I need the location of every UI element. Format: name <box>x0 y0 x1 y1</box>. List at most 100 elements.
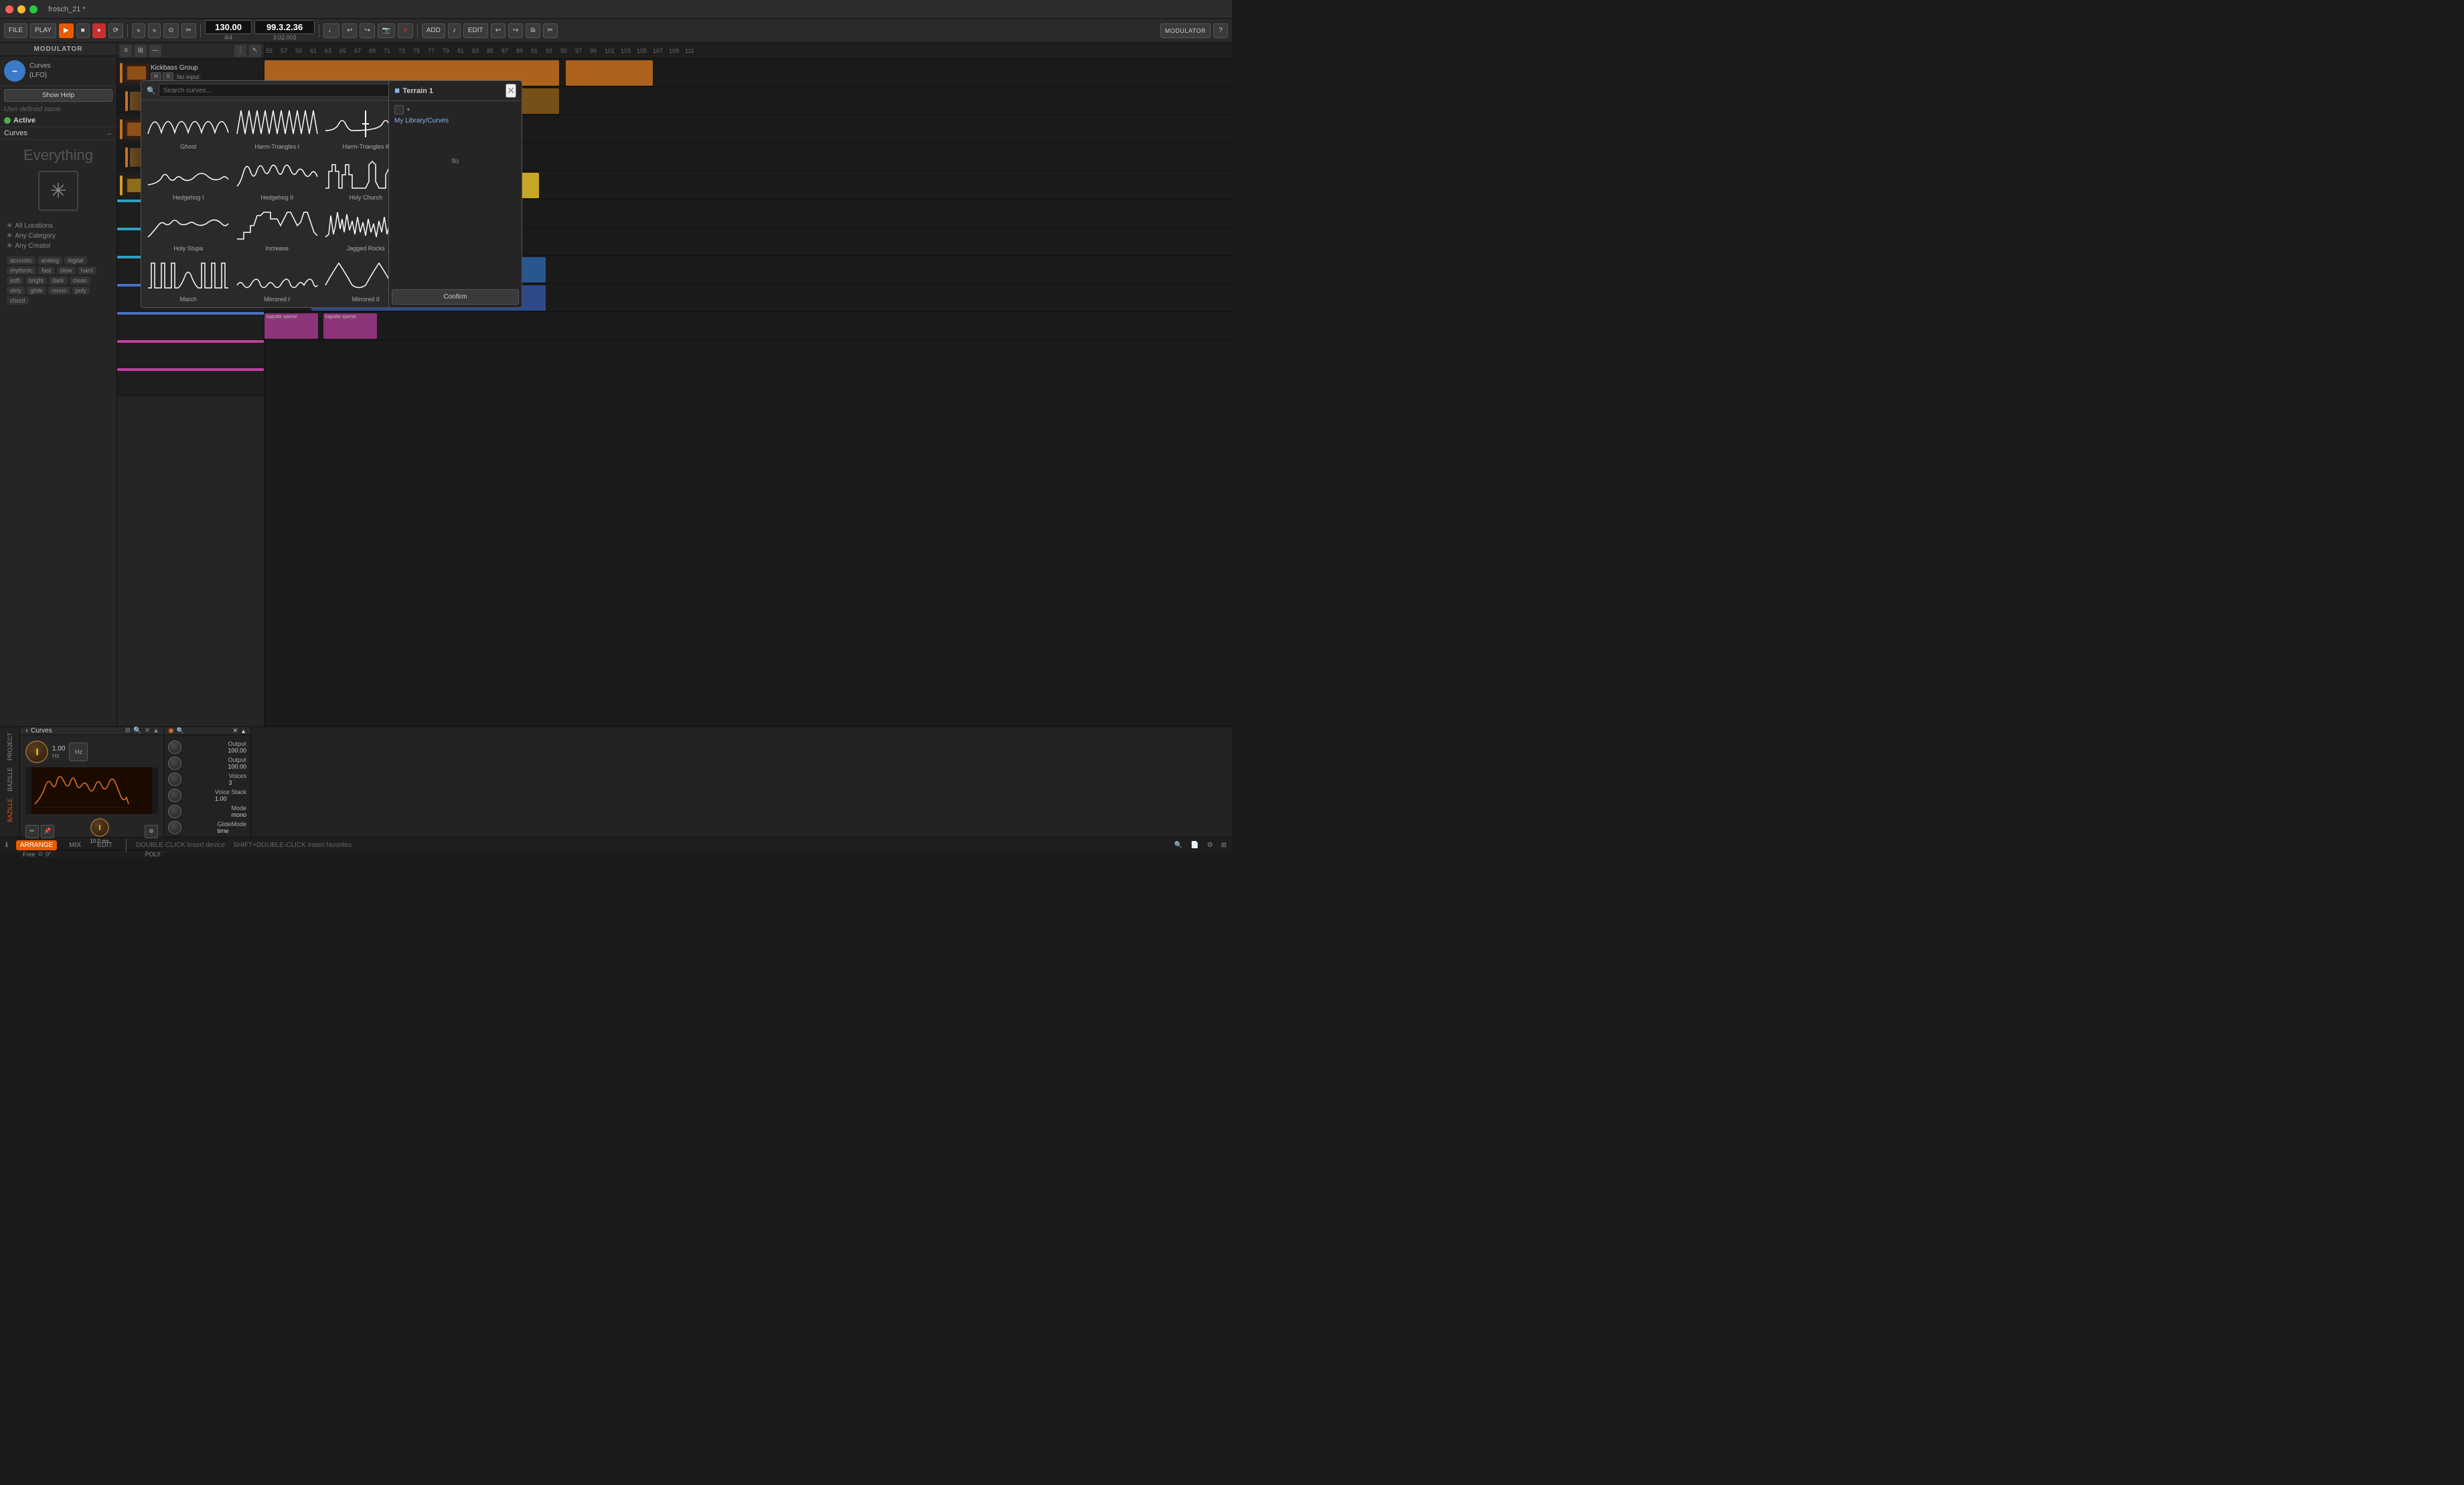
tag-fast[interactable]: fast <box>38 266 55 275</box>
arrange-tab[interactable]: ARRANGE <box>16 840 57 850</box>
rate-knob[interactable] <box>25 740 48 763</box>
terrain-add-button[interactable]: + <box>406 106 410 114</box>
play-label-button[interactable]: PLAY <box>30 23 56 38</box>
loop-button[interactable]: ⟳ <box>108 23 123 38</box>
curve-item-increase[interactable]: Increase <box>233 205 322 256</box>
curves-expand-icon[interactable]: ▲ <box>153 727 159 734</box>
tag-acoustic[interactable]: acoustic <box>7 256 35 264</box>
status-settings-icon[interactable]: ⚙ <box>1207 842 1213 849</box>
edit-nav-tab[interactable]: BAZILLE <box>5 795 15 825</box>
tag-clean[interactable]: clean <box>70 277 91 285</box>
punch-button[interactable]: ✂ <box>181 23 196 38</box>
kickbass-input[interactable]: No input <box>175 73 202 81</box>
position-display[interactable]: 99.3.2.36 <box>254 20 315 34</box>
filter-any-category[interactable]: ✳ Any Category <box>7 231 110 241</box>
project-nav-tab[interactable]: PROJECT <box>5 730 15 763</box>
settings-icon[interactable]: ⋮ <box>234 45 246 57</box>
maximize-button[interactable] <box>29 5 37 13</box>
compact-view-icon[interactable]: — <box>149 45 161 57</box>
curve-item-march[interactable]: March <box>144 256 233 307</box>
tag-dark[interactable]: dark <box>49 277 68 285</box>
asterisk-icon[interactable]: ✳ <box>38 171 78 211</box>
tag-chord[interactable]: chord <box>7 297 29 305</box>
mix-tab[interactable]: MIX <box>65 840 85 850</box>
output-knob-1[interactable] <box>168 740 181 754</box>
metronome-button[interactable]: ♩ <box>323 23 339 38</box>
synth-power-icon[interactable]: ◉ <box>168 727 174 734</box>
voice-stack-knob[interactable] <box>168 789 181 802</box>
kaputte-sparse-1[interactable]: kaputte sparse <box>264 313 318 339</box>
file-button[interactable]: FILE <box>4 23 27 38</box>
tag-dirty[interactable]: dirty <box>7 287 25 295</box>
tag-mono[interactable]: mono <box>48 287 70 295</box>
curves-arrow[interactable]: → <box>105 129 112 137</box>
play-button[interactable]: ▶ <box>59 23 74 38</box>
synth-expand-icon[interactable]: ▲ <box>240 728 246 734</box>
close-button[interactable] <box>5 5 13 13</box>
undo-button[interactable]: ↩ <box>342 23 357 38</box>
edit-button[interactable]: EDIT <box>463 23 488 38</box>
tag-glide[interactable]: glide <box>27 287 46 295</box>
pin-tool[interactable]: 📌 <box>41 825 54 838</box>
lfo-icon[interactable]: ~ <box>4 60 25 82</box>
tempo-display[interactable]: 130.00 <box>205 20 252 34</box>
rewind-button[interactable]: « <box>132 23 145 38</box>
curves-settings-icon[interactable]: ⚙ <box>125 727 131 734</box>
add-button[interactable]: ADD <box>422 23 445 38</box>
tag-analog[interactable]: analog <box>37 256 62 264</box>
record-button[interactable]: ● <box>92 23 106 38</box>
curve-item-mirrored-1[interactable]: Mirrored I <box>233 256 322 307</box>
tag-poly[interactable]: poly <box>72 287 90 295</box>
curves-waveform-display[interactable] <box>25 767 158 814</box>
status-file-icon[interactable]: 📄 <box>1190 842 1199 849</box>
rate-type-button[interactable]: Hz <box>69 742 88 761</box>
snapshot-button[interactable]: 📷 <box>378 23 395 38</box>
curves-panel-close[interactable]: ✕ <box>145 727 150 734</box>
tag-slow[interactable]: slow <box>57 266 76 275</box>
tag-bright[interactable]: bright <box>25 277 48 285</box>
edit-undo[interactable]: ↩ <box>491 23 506 38</box>
tag-hard[interactable]: hard <box>78 266 96 275</box>
synth-search-icon[interactable]: 🔍 <box>177 727 184 734</box>
edit-redo[interactable]: ↪ <box>508 23 523 38</box>
tag-soft[interactable]: soft <box>7 277 23 285</box>
info-icon[interactable]: ℹ <box>5 842 8 849</box>
edit-copy[interactable]: ⧉ <box>526 23 540 38</box>
status-grid-icon[interactable]: ⊞ <box>1221 842 1227 849</box>
minimize-button[interactable] <box>17 5 25 13</box>
pencil-tool[interactable]: ✏ <box>25 825 39 838</box>
curve-item-holy-stupa[interactable]: Holy Stupa <box>144 205 233 256</box>
delete-button[interactable]: ✕ <box>398 23 412 38</box>
kickbass-clip-2[interactable] <box>566 60 653 86</box>
forward-button[interactable]: » <box>148 23 161 38</box>
curve-item-hedgehog-2[interactable]: Hedgehog II <box>233 154 322 205</box>
synth-close-icon[interactable]: ✕ <box>233 727 238 734</box>
show-help-button[interactable]: Show Help <box>4 89 112 102</box>
midi-button[interactable]: ♪ <box>448 23 461 38</box>
edit-tab[interactable]: EDIT <box>93 840 117 850</box>
curve-item-harm-tri-1[interactable]: Harm-Triangles I <box>233 103 322 154</box>
terrain-confirm-button[interactable]: Confirm <box>392 289 519 305</box>
list-view-icon[interactable]: ≡ <box>120 45 132 57</box>
filter-all-locations[interactable]: ✳ All Locations <box>7 221 110 231</box>
status-search-icon[interactable]: 🔍 <box>1174 842 1182 849</box>
poly-label[interactable]: POLY <box>145 851 161 858</box>
glide-knob[interactable] <box>168 821 181 834</box>
edit-scissors[interactable]: ✂ <box>543 23 558 38</box>
tag-digital[interactable]: digital <box>64 256 87 264</box>
kaputte-sparse-2[interactable]: kaputte sparse <box>323 313 377 339</box>
terrain-path[interactable]: My Library/Curves <box>394 117 516 125</box>
curve-item-hedgehog-1[interactable]: Hedgehog I <box>144 154 233 205</box>
curves-search-icon[interactable]: 🔍 <box>133 727 141 734</box>
grid-view-icon[interactable]: ⊞ <box>135 45 147 57</box>
terrain-close-button[interactable]: ✕ <box>506 84 516 98</box>
modulator-button[interactable]: MODULATOR <box>1160 23 1211 38</box>
filter-any-creator[interactable]: ✳ Any Creator <box>7 241 110 251</box>
cursor-icon[interactable]: ↖ <box>249 45 261 57</box>
redo-button[interactable]: ↪ <box>360 23 374 38</box>
record2-button[interactable]: ⊙ <box>163 23 178 38</box>
curve-item-ghost[interactable]: Ghost <box>144 103 233 154</box>
output-knob-2[interactable] <box>168 757 181 770</box>
time-knob[interactable] <box>90 818 109 837</box>
voices-knob[interactable] <box>168 773 181 786</box>
